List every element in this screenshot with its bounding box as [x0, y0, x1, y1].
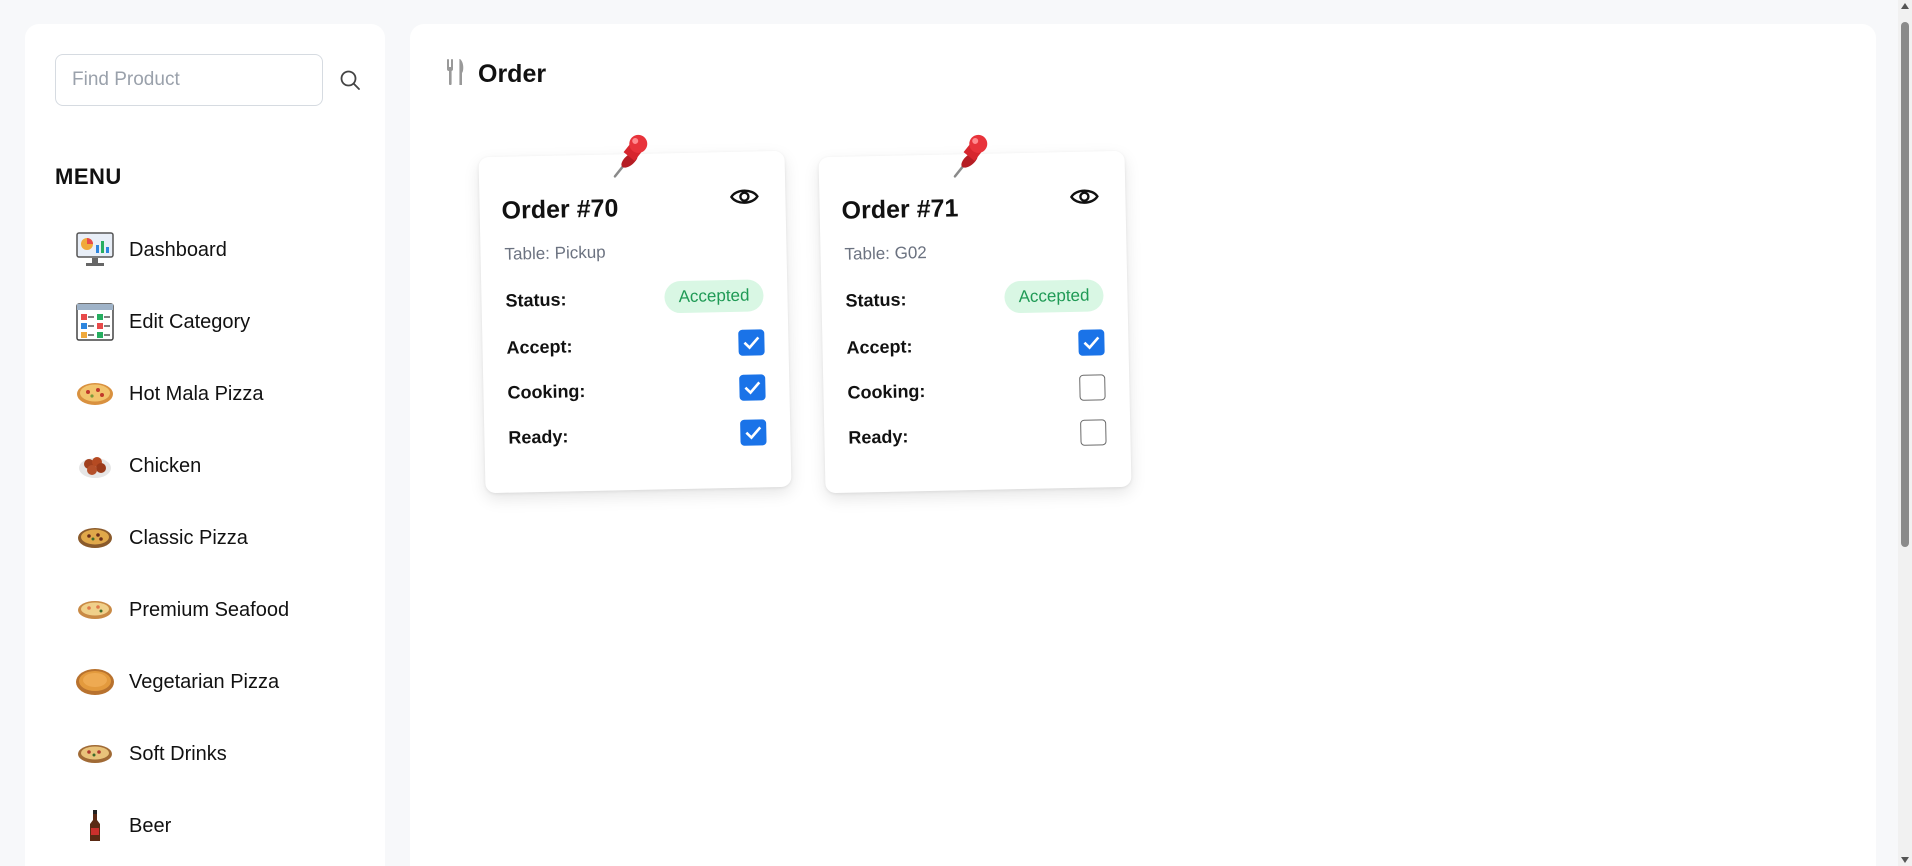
- chicken-icon: [73, 444, 117, 488]
- sidebar-item-hot-mala-pizza[interactable]: Hot Mala Pizza: [73, 358, 289, 430]
- ready-row: Ready:: [848, 419, 1107, 450]
- accept-label: Accept:: [846, 335, 913, 358]
- sidebar-item-beer[interactable]: Beer: [73, 790, 289, 862]
- scroll-thumb[interactable]: [1901, 22, 1909, 547]
- status-row: Status: Accepted: [505, 279, 764, 316]
- status-badge: Accepted: [1004, 279, 1104, 314]
- pizza-icon: [73, 516, 117, 560]
- status-label: Status:: [845, 288, 907, 311]
- sidebar-item-label: Soft Drinks: [129, 742, 227, 765]
- sidebar-item-label: Dashboard: [129, 238, 227, 261]
- fork-knife-icon: [446, 58, 466, 91]
- pizza-icon: [73, 660, 117, 704]
- status-row: Status: Accepted: [845, 279, 1104, 316]
- status-badge: Accepted: [664, 279, 764, 314]
- menu-title: MENU: [55, 164, 122, 189]
- cooking-label: Cooking:: [507, 380, 586, 403]
- cooking-row: Cooking:: [847, 374, 1106, 405]
- pizza-icon: [73, 732, 117, 776]
- page-header: Order: [446, 58, 546, 91]
- accept-checkbox[interactable]: [1078, 329, 1105, 356]
- ready-label: Ready:: [848, 425, 909, 448]
- pushpin-icon: [950, 134, 993, 184]
- sidebar-item-label: Chicken: [129, 454, 202, 477]
- order-table: Table: G02: [844, 242, 927, 264]
- sidebar-item-label: Hot Mala Pizza: [129, 382, 264, 405]
- edit-category-icon: [73, 300, 117, 344]
- order-card: Order #70 Table: Pickup Status: Accepted…: [478, 134, 792, 494]
- ready-checkbox[interactable]: [1080, 419, 1107, 446]
- accept-checkbox[interactable]: [738, 329, 765, 356]
- sidebar-item-dashboard[interactable]: Dashboard: [73, 214, 289, 286]
- beer-bottle-icon: [73, 804, 117, 848]
- status-label: Status:: [505, 288, 567, 311]
- sidebar-item-label: Premium Seafood: [129, 598, 290, 621]
- accept-row: Accept:: [506, 329, 765, 360]
- pizza-icon: [73, 588, 117, 632]
- cooking-label: Cooking:: [847, 380, 926, 403]
- eye-icon[interactable]: [1069, 185, 1100, 213]
- sidebar-item-edit-category[interactable]: Edit Category: [73, 286, 289, 358]
- search-icon[interactable]: [335, 65, 365, 95]
- dashboard-icon: [73, 228, 117, 272]
- search-input[interactable]: [55, 54, 323, 106]
- scroll-up-icon[interactable]: [1901, 3, 1909, 9]
- cooking-checkbox[interactable]: [739, 374, 766, 401]
- sidebar-item-chicken[interactable]: Chicken: [73, 430, 289, 502]
- order-table: Table: Pickup: [504, 242, 606, 264]
- order-card: Order #71 Table: G02 Status: Accepted Ac…: [818, 134, 1132, 494]
- page-scrollbar[interactable]: [1898, 0, 1912, 866]
- menu-list: Dashboard Edit Category Hot Mala Pizza C…: [73, 214, 289, 862]
- page-title: Order: [478, 60, 547, 88]
- cooking-row: Cooking:: [507, 374, 766, 405]
- ready-checkbox[interactable]: [740, 419, 767, 446]
- sidebar-item-classic-pizza[interactable]: Classic Pizza: [73, 502, 289, 574]
- sidebar-item-vegetarian-pizza[interactable]: Vegetarian Pizza: [73, 646, 289, 718]
- sidebar-item-premium-seafood[interactable]: Premium Seafood: [73, 574, 289, 646]
- accept-label: Accept:: [506, 335, 573, 358]
- eye-icon[interactable]: [729, 185, 760, 213]
- sidebar-item-soft-drinks[interactable]: Soft Drinks: [73, 718, 289, 790]
- accept-row: Accept:: [846, 329, 1105, 360]
- scroll-down-icon[interactable]: [1901, 857, 1909, 863]
- ready-row: Ready:: [508, 419, 767, 450]
- cooking-checkbox[interactable]: [1079, 374, 1106, 401]
- search-bar: [55, 54, 365, 106]
- pushpin-icon: [610, 134, 653, 184]
- ready-label: Ready:: [508, 425, 569, 448]
- order-title: Order #71: [841, 194, 959, 225]
- main-panel: Order Order #70 Table: Pickup Status: Ac…: [410, 24, 1876, 866]
- sidebar: MENU Dashboard Edit Category Hot Mala Pi…: [25, 24, 385, 866]
- pizza-icon: [73, 372, 117, 416]
- sidebar-item-label: Beer: [129, 814, 172, 837]
- sidebar-item-label: Classic Pizza: [129, 526, 248, 549]
- order-title: Order #70: [501, 194, 619, 225]
- sidebar-item-label: Vegetarian Pizza: [129, 670, 280, 693]
- sidebar-item-label: Edit Category: [129, 310, 251, 333]
